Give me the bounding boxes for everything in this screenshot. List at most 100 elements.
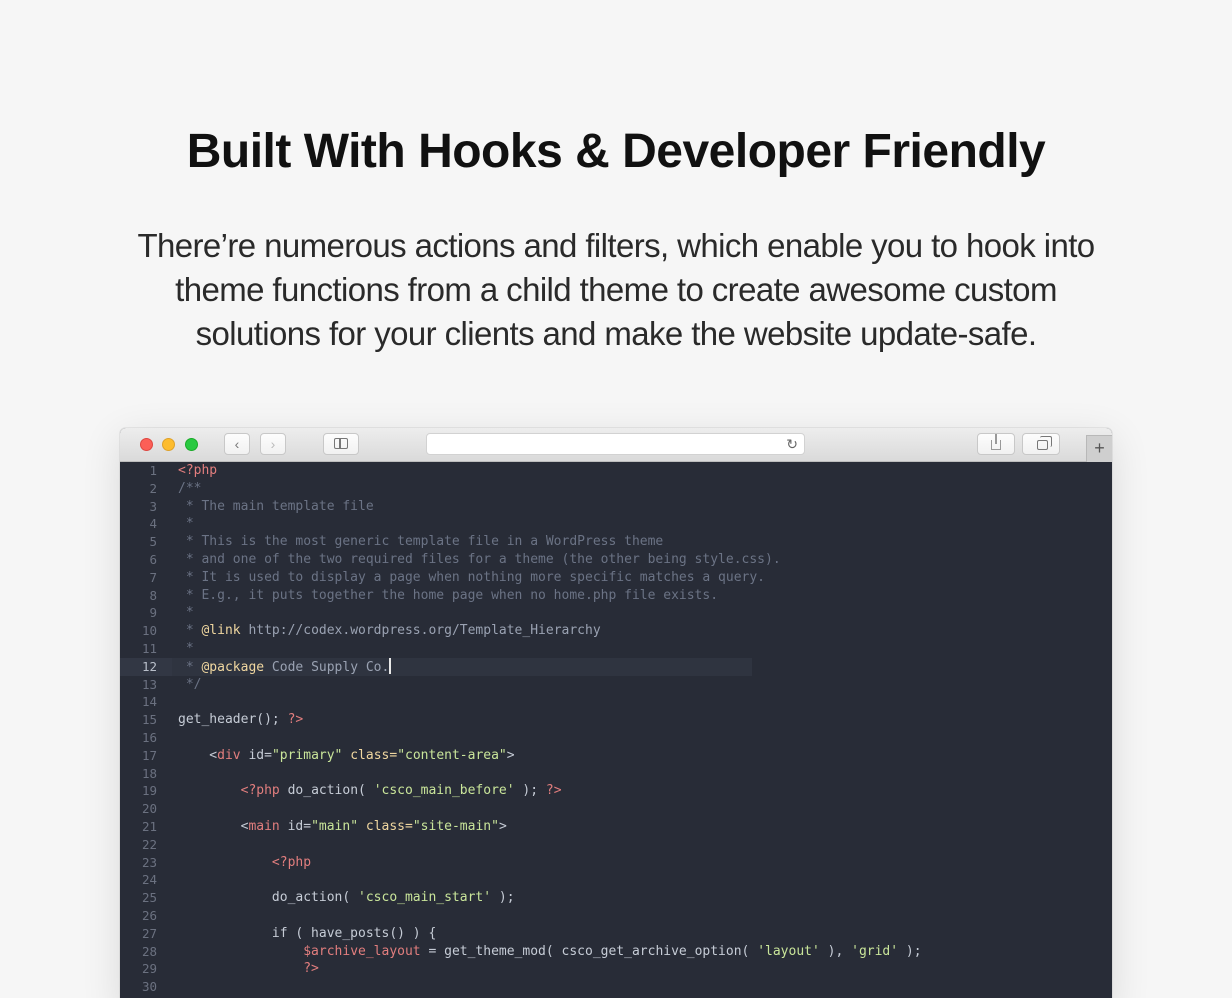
code-token: do_action( <box>178 890 359 906</box>
line-number: 7 <box>149 569 157 585</box>
code-token: * <box>178 640 194 656</box>
page-subtitle: There’re numerous actions and filters, w… <box>100 224 1132 356</box>
code-line: <?php do_action( 'csco_main_before' ); ?… <box>178 782 1098 800</box>
code-token: > <box>506 747 515 763</box>
code-token: main <box>248 818 280 834</box>
maximize-window-button[interactable] <box>185 438 198 451</box>
code-token: 'layout' <box>757 943 820 959</box>
subtitle-line: solutions for your clients and make the … <box>195 315 1037 352</box>
line-number: 16 <box>141 729 157 745</box>
code-token: 'csco_main_start' <box>358 890 492 906</box>
code-line: if ( have_posts() ) { <box>178 925 1098 943</box>
line-number: 2 <box>149 480 157 496</box>
code-token: 'grid' <box>851 943 899 959</box>
code-token: * E.g., it puts together the home page w… <box>178 587 719 603</box>
line-number: 17 <box>141 747 157 763</box>
code-token: * and one of the two required files for … <box>178 551 781 567</box>
code-line: do_action( 'csco_main_start' ); <box>178 889 1098 907</box>
line-number: 24 <box>141 872 157 888</box>
line-number: 14 <box>141 694 157 710</box>
code-token: "primary" <box>271 747 343 763</box>
code-line: <main id="main" class="site-main"> <box>178 818 1098 836</box>
code-token: <?php <box>178 463 218 478</box>
code-token: */ <box>178 676 202 692</box>
line-number: 25 <box>141 890 157 906</box>
code-token: "content-area" <box>397 747 507 763</box>
code-line: get_header(); ?> <box>178 711 1098 729</box>
code-line: * This is the most generic template file… <box>178 533 1098 551</box>
tabs-icon <box>1037 436 1052 450</box>
code-token: "main" <box>311 818 359 834</box>
code-editor[interactable]: 1 2 3 4 5 6 7 8 9 10 11 12 13 14 15 16 17 18 19 20 21 22 23 24 2… <box>120 462 1112 998</box>
chevron-left-icon: ‹ <box>234 436 240 452</box>
code-token: "site-main" <box>412 818 499 834</box>
code-token: > <box>498 818 507 834</box>
code-line: * <box>178 515 1098 533</box>
code-token: * <box>178 516 194 532</box>
code-token: ?> <box>545 783 562 799</box>
code-token: id= <box>279 818 312 834</box>
code-token: * <box>178 623 202 639</box>
forward-button[interactable]: › <box>260 433 286 455</box>
new-tab-button[interactable]: + <box>1086 435 1112 462</box>
code-token: class= <box>350 747 398 763</box>
code-token: ); <box>491 890 515 906</box>
line-number: 29 <box>141 961 157 977</box>
code-line: * @package Code Supply Co. <box>172 657 1098 676</box>
code-token: if ( have_posts() ) { <box>178 925 437 941</box>
code-token: <?php <box>240 783 280 799</box>
line-number: 21 <box>141 818 157 834</box>
code-line: <?php <box>178 854 1098 872</box>
line-number: 1 <box>149 463 157 478</box>
code-token: = get_theme_mod( csco_get_archive_option… <box>420 943 758 959</box>
code-token: * <box>178 605 194 621</box>
line-number: 5 <box>149 534 157 550</box>
code-token: id= <box>240 747 272 763</box>
line-number: 15 <box>141 712 157 728</box>
code-token: * This is the most generic template file… <box>178 534 664 550</box>
code-line: * @link http://codex.wordpress.org/Templ… <box>178 622 1098 640</box>
reload-icon[interactable]: ↻ <box>786 435 798 453</box>
line-number: 27 <box>141 925 157 941</box>
address-bar[interactable]: ↻ <box>426 433 805 455</box>
code-token: <?php <box>271 854 312 870</box>
line-number-gutter: 1 2 3 4 5 6 7 8 9 10 11 12 13 14 15 16 17 18 19 20 21 22 23 24 2… <box>120 462 172 998</box>
sidebar-icon <box>334 438 348 449</box>
chevron-right-icon: › <box>270 436 276 452</box>
code-line: * It is used to display a page when noth… <box>178 569 1098 587</box>
minimize-window-button[interactable] <box>162 438 175 451</box>
code-token: @package <box>201 659 265 675</box>
line-number: 23 <box>141 854 157 870</box>
show-tabs-button[interactable] <box>1022 433 1060 455</box>
line-number: 13 <box>141 676 157 692</box>
code-token: 'csco_main_before' <box>373 783 515 799</box>
code-token: ?> <box>287 712 304 728</box>
line-number: 19 <box>141 783 157 799</box>
subtitle-line: There’re numerous actions and filters, w… <box>137 227 1095 264</box>
code-token: ?> <box>303 961 319 977</box>
page-title: Built With Hooks & Developer Friendly <box>186 125 1046 178</box>
share-button[interactable] <box>977 433 1015 455</box>
code-line: * <box>178 640 1098 658</box>
code-token: * It is used to display a page when noth… <box>178 569 765 585</box>
sidebar-toggle-button[interactable] <box>323 433 359 455</box>
back-button[interactable]: ‹ <box>224 433 250 455</box>
close-window-button[interactable] <box>140 438 153 451</box>
code-area[interactable]: <?php /** * The main template file * * Th… <box>172 462 1098 996</box>
browser-toolbar: ‹ › ↻ + <box>120 428 1112 462</box>
code-line: */ <box>178 676 1098 694</box>
code-line: * and one of the two required files for … <box>178 551 1098 569</box>
code-token: @link <box>201 623 241 639</box>
